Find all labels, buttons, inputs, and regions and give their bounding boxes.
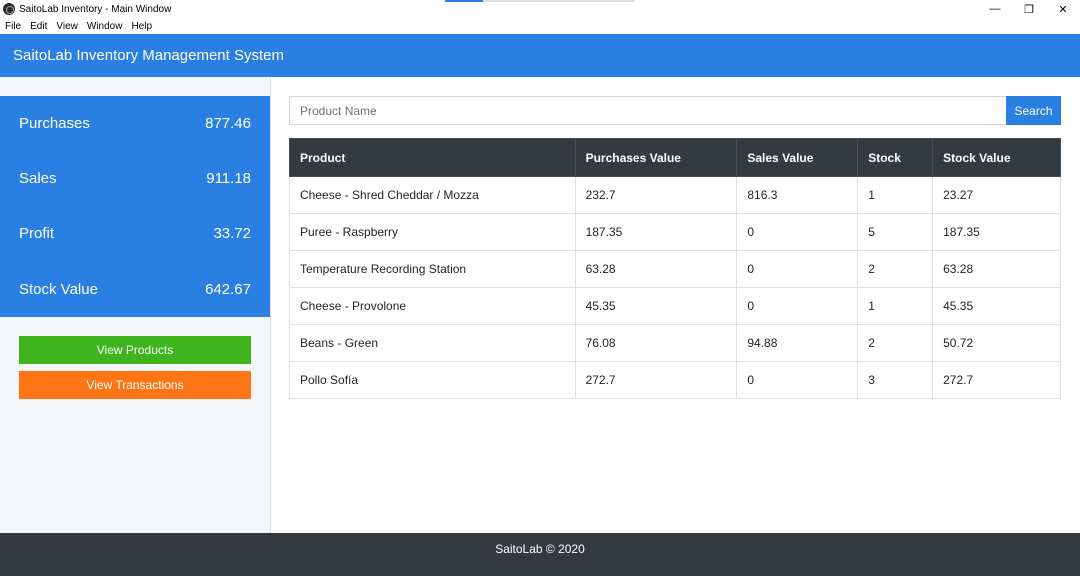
stat-sales: Sales 911.18	[19, 168, 251, 188]
menu-window[interactable]: Window	[87, 21, 123, 32]
search-button[interactable]: Search	[1006, 96, 1061, 125]
table-header-row: Product Purchases Value Sales Value Stoc…	[289, 138, 1061, 177]
menu-bar: File Edit View Window Help	[0, 18, 1080, 34]
cell-stock: 1	[857, 176, 934, 214]
cell-product: Cheese - Shred Cheddar / Mozza	[289, 176, 576, 214]
stat-value: 911.18	[206, 169, 251, 187]
table-row[interactable]: Pollo Sofía 272.7 0 3 272.7	[289, 361, 1061, 399]
cell-purchases-value: 76.08	[574, 324, 738, 362]
products-table: Product Purchases Value Sales Value Stoc…	[289, 138, 1061, 399]
cell-stock-value: 45.35	[932, 287, 1061, 325]
cell-stock-value: 187.35	[932, 213, 1061, 251]
stat-value: 33.72	[213, 224, 251, 242]
footer: SaitoLab © 2020	[0, 533, 1080, 576]
cell-purchases-value: 272.7	[574, 361, 738, 399]
footer-copyright: SaitoLab © 2020	[495, 541, 585, 556]
cell-stock-value: 63.28	[932, 250, 1061, 288]
search-input[interactable]	[289, 96, 1006, 125]
menu-file[interactable]: File	[5, 21, 21, 32]
cell-product: Temperature Recording Station	[289, 250, 576, 288]
column-header-purchases-value[interactable]: Purchases Value	[574, 138, 738, 177]
cell-sales-value: 0	[736, 250, 859, 288]
window-titlebar: SaitoLab Inventory - Main Window — ❐ ✕	[0, 0, 1080, 18]
cell-stock: 2	[857, 324, 934, 362]
stat-value: 642.67	[205, 280, 251, 298]
stat-stock-value: Stock Value 642.67	[19, 279, 251, 299]
app-icon	[3, 3, 15, 15]
view-transactions-button[interactable]: View Transactions	[19, 371, 251, 399]
table-row[interactable]: Puree - Raspberry 187.35 0 5 187.35	[289, 213, 1061, 251]
main-content: Search Product Purchases Value Sales Val…	[271, 77, 1080, 533]
cell-stock: 5	[857, 213, 934, 251]
cell-sales-value: 0	[736, 361, 859, 399]
cell-stock: 1	[857, 287, 934, 325]
cell-sales-value: 0	[736, 287, 859, 325]
window-controls: — ❐ ✕	[978, 0, 1080, 18]
cell-product: Cheese - Provolone	[289, 287, 576, 325]
cell-stock: 3	[857, 361, 934, 399]
stat-label: Profit	[19, 224, 55, 242]
cell-product: Puree - Raspberry	[289, 213, 576, 251]
cell-purchases-value: 45.35	[574, 287, 738, 325]
menu-edit[interactable]: Edit	[30, 21, 47, 32]
cell-product: Beans - Green	[289, 324, 576, 362]
table-row[interactable]: Temperature Recording Station 63.28 0 2 …	[289, 250, 1061, 288]
stat-profit: Profit 33.72	[19, 223, 251, 243]
cell-sales-value: 94.88	[736, 324, 859, 362]
stat-purchases: Purchases 877.46	[19, 113, 251, 133]
minimize-icon[interactable]: —	[978, 0, 1012, 18]
cell-stock-value: 272.7	[932, 361, 1061, 399]
cell-product: Pollo Sofía	[289, 361, 576, 399]
table-row[interactable]: Cheese - Shred Cheddar / Mozza 232.7 816…	[289, 176, 1061, 214]
stat-label: Purchases	[19, 114, 90, 132]
app-header: SaitoLab Inventory Management System	[0, 34, 1080, 77]
app-title: SaitoLab Inventory Management System	[13, 47, 284, 64]
column-header-stock-value[interactable]: Stock Value	[932, 138, 1061, 177]
cell-stock: 2	[857, 250, 934, 288]
stat-label: Sales	[19, 169, 57, 187]
loading-indicator	[445, 0, 635, 2]
menu-view[interactable]: View	[56, 21, 78, 32]
menu-help[interactable]: Help	[131, 21, 152, 32]
table-row[interactable]: Beans - Green 76.08 94.88 2 50.72	[289, 324, 1061, 362]
cell-purchases-value: 232.7	[574, 176, 738, 214]
column-header-stock[interactable]: Stock	[857, 138, 934, 177]
cell-stock-value: 23.27	[932, 176, 1061, 214]
cell-purchases-value: 187.35	[574, 213, 738, 251]
cell-stock-value: 50.72	[932, 324, 1061, 362]
restore-icon[interactable]: ❐	[1012, 0, 1046, 18]
table-row[interactable]: Cheese - Provolone 45.35 0 1 45.35	[289, 287, 1061, 325]
view-products-button[interactable]: View Products	[19, 336, 251, 364]
column-header-sales-value[interactable]: Sales Value	[736, 138, 859, 177]
stat-label: Stock Value	[19, 280, 98, 298]
sidebar: Purchases 877.46 Sales 911.18 Profit 33.…	[0, 77, 271, 533]
stats-panel: Purchases 877.46 Sales 911.18 Profit 33.…	[0, 96, 270, 317]
cell-sales-value: 816.3	[736, 176, 859, 214]
cell-sales-value: 0	[736, 213, 859, 251]
stat-value: 877.46	[205, 114, 251, 132]
cell-purchases-value: 63.28	[574, 250, 738, 288]
close-icon[interactable]: ✕	[1046, 0, 1080, 18]
column-header-product[interactable]: Product	[289, 138, 576, 177]
window-title: SaitoLab Inventory - Main Window	[19, 3, 172, 15]
